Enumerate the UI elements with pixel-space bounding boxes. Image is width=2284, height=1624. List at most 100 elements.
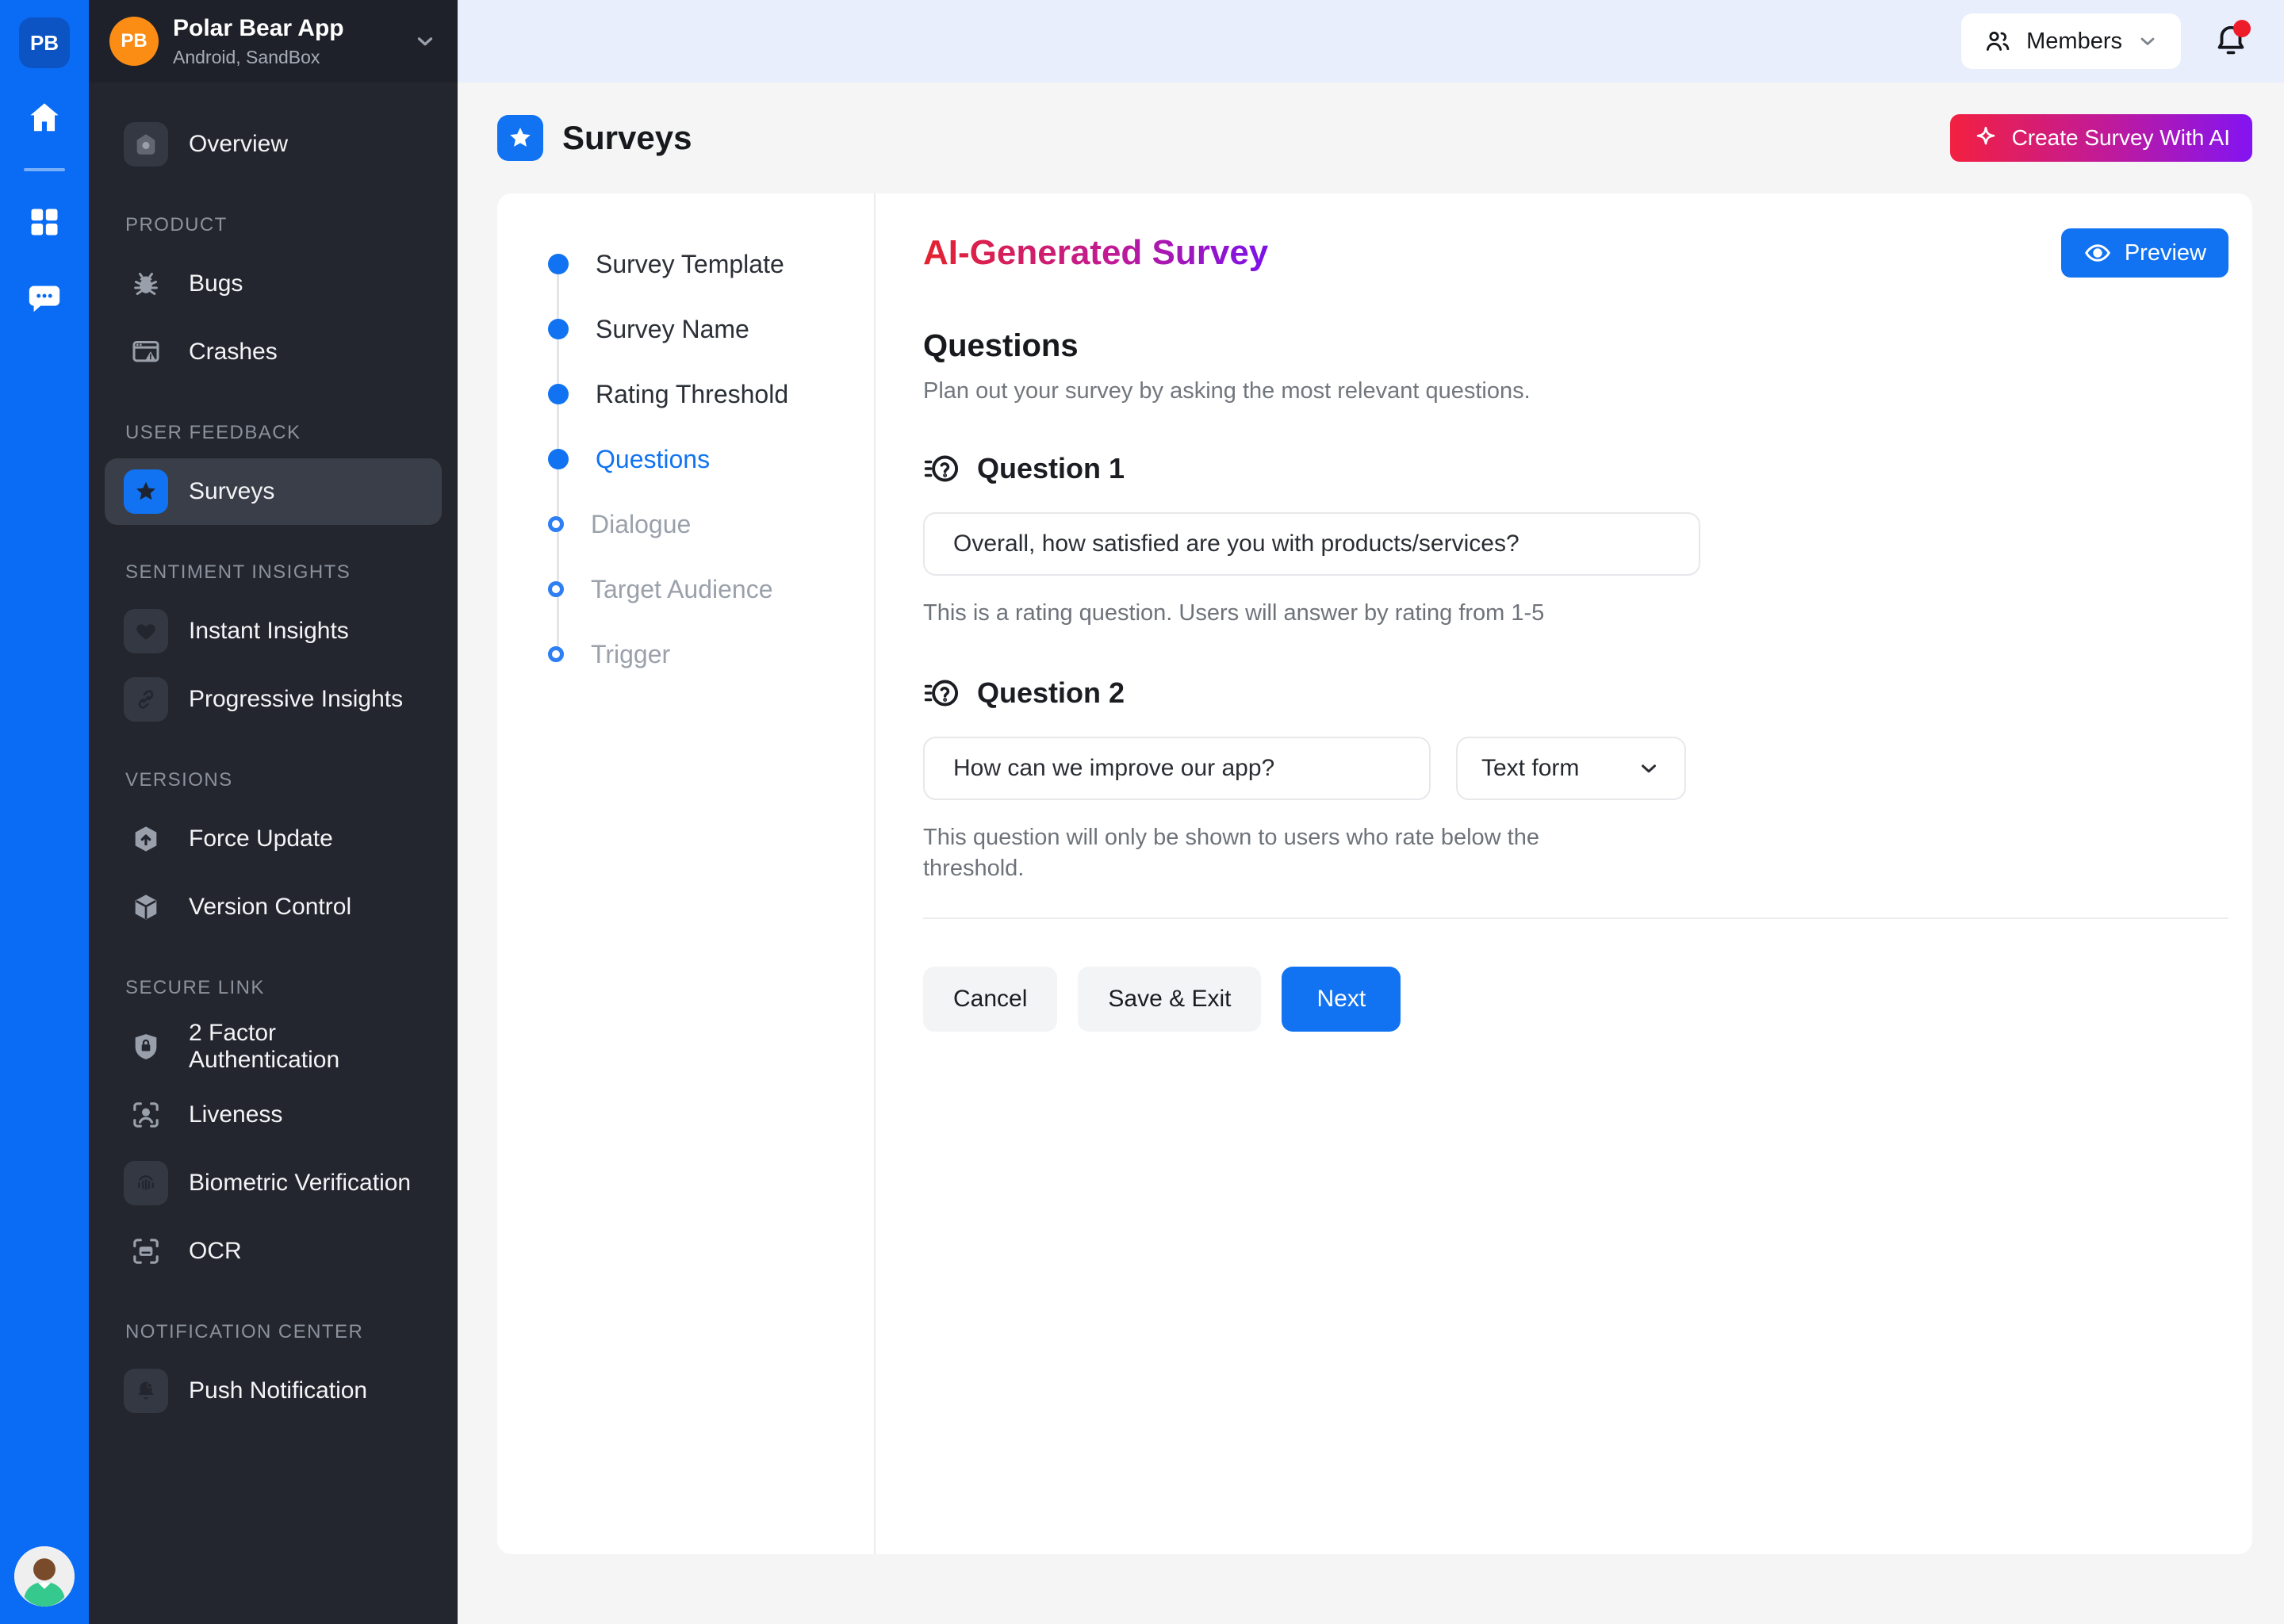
sidebar-item-label: Version Control xyxy=(189,894,351,921)
notification-badge xyxy=(2233,20,2251,37)
sidebar-item-crashes[interactable]: Crashes xyxy=(105,319,442,385)
question-2-type-select[interactable]: Text form xyxy=(1456,737,1686,800)
members-label: Members xyxy=(2026,29,2122,55)
question-2-header: Question 2 xyxy=(923,675,2228,711)
sidebar-item-biometric[interactable]: Biometric Verification xyxy=(105,1150,442,1216)
wizard-content: AI-Generated Survey Preview Questions Pl… xyxy=(876,193,2252,1554)
chat-nav-button[interactable] xyxy=(19,273,70,324)
question-1-header: Question 1 xyxy=(923,450,2228,487)
question-2-input[interactable] xyxy=(923,737,1431,800)
step-dot xyxy=(548,646,564,662)
question-circle-icon xyxy=(923,675,960,711)
sidebar-item-label: Biometric Verification xyxy=(189,1170,411,1197)
step-dot xyxy=(548,319,569,339)
workspace-switcher[interactable]: PB Polar Bear App Android, SandBox xyxy=(89,0,458,82)
step-trigger[interactable]: Trigger xyxy=(497,622,874,687)
question-circle-icon xyxy=(923,450,960,487)
sidebar-item-liveness[interactable]: Liveness xyxy=(105,1082,442,1148)
step-dot xyxy=(548,384,569,404)
step-target-audience[interactable]: Target Audience xyxy=(497,557,874,622)
step-questions[interactable]: Questions xyxy=(497,427,874,492)
page-title: Surveys xyxy=(562,119,692,157)
preview-button[interactable]: Preview xyxy=(2061,228,2228,278)
chevron-down-icon xyxy=(1637,756,1661,780)
apps-nav-button[interactable] xyxy=(19,197,70,247)
bell-icon xyxy=(124,1369,168,1413)
content-divider xyxy=(923,917,2228,919)
question-1-helper: This is a rating question. Users will an… xyxy=(923,598,2228,629)
workspace-avatar: PB xyxy=(109,17,159,66)
chevron-down-icon xyxy=(413,29,437,53)
sidebar-item-label: Surveys xyxy=(189,478,274,505)
sidebar-item-label: OCR xyxy=(189,1238,242,1265)
preview-label: Preview xyxy=(2125,240,2206,266)
cube-icon xyxy=(124,885,168,929)
question-1-input[interactable] xyxy=(923,512,1700,576)
sidebar-item-label: Force Update xyxy=(189,825,333,852)
star-icon xyxy=(124,469,168,514)
link-icon xyxy=(124,677,168,722)
step-survey-template[interactable]: Survey Template xyxy=(497,232,874,297)
sidebar-section-user-feedback: USER FEEDBACK xyxy=(125,422,421,444)
topbar: Members xyxy=(458,0,2284,82)
main-area: Surveys Create Survey With AI Survey Tem… xyxy=(458,82,2284,1624)
step-dot xyxy=(548,254,569,274)
bug-icon xyxy=(124,262,168,306)
create-survey-with-ai-button[interactable]: Create Survey With AI xyxy=(1950,114,2252,162)
step-survey-name[interactable]: Survey Name xyxy=(497,297,874,362)
question-1-label: Question 1 xyxy=(977,452,1125,485)
survey-title: AI-Generated Survey xyxy=(923,233,1268,273)
sidebar-item-label: 2 Factor Authentication xyxy=(189,1020,423,1074)
step-rating-threshold[interactable]: Rating Threshold xyxy=(497,362,874,427)
apps-grid-icon xyxy=(27,205,62,239)
save-exit-button[interactable]: Save & Exit xyxy=(1078,967,1261,1032)
sidebar-item-label: Progressive Insights xyxy=(189,686,403,713)
sidebar-section-versions: VERSIONS xyxy=(125,769,421,791)
workspace-name: Polar Bear App xyxy=(173,15,399,42)
question-2-type-value: Text form xyxy=(1481,755,1579,782)
sidebar-item-push-notification[interactable]: Push Notification xyxy=(105,1358,442,1424)
sidebar-item-progressive-insights[interactable]: Progressive Insights xyxy=(105,666,442,733)
step-dot xyxy=(548,449,569,469)
fingerprint-icon xyxy=(124,1161,168,1205)
sidebar-item-instant-insights[interactable]: Instant Insights xyxy=(105,598,442,665)
sparkle-icon xyxy=(1972,124,1999,151)
sidebar-item-2fa[interactable]: 2 Factor Authentication xyxy=(105,1013,442,1080)
sidebar-item-label: Crashes xyxy=(189,339,278,366)
star-icon xyxy=(497,115,543,161)
sidebar-item-version-control[interactable]: Version Control xyxy=(105,874,442,940)
sidebar-item-label: Liveness xyxy=(189,1101,282,1128)
members-dropdown[interactable]: Members xyxy=(1961,13,2181,69)
step-dot xyxy=(548,581,564,597)
next-button[interactable]: Next xyxy=(1282,967,1401,1032)
sidebar-item-bugs[interactable]: Bugs xyxy=(105,251,442,317)
sidebar-item-label: Push Notification xyxy=(189,1377,367,1404)
sidebar-section-product: PRODUCT xyxy=(125,214,421,236)
notifications-button[interactable] xyxy=(2213,23,2249,59)
sidebar-item-label: Instant Insights xyxy=(189,618,349,645)
rail-divider xyxy=(24,168,65,171)
sidebar-item-force-update[interactable]: Force Update xyxy=(105,806,442,872)
create-survey-label: Create Survey With AI xyxy=(2012,125,2230,151)
user-avatar[interactable] xyxy=(14,1546,75,1607)
sidebar-item-surveys[interactable]: Surveys xyxy=(105,458,442,525)
home-nav-button[interactable] xyxy=(19,92,70,143)
chevron-down-icon xyxy=(2136,30,2159,52)
wizard-steps: Survey Template Survey Name Rating Thres… xyxy=(497,193,876,1554)
step-dialogue[interactable]: Dialogue xyxy=(497,492,874,557)
sidebar-item-overview[interactable]: Overview xyxy=(105,111,442,178)
upload-hexagon-icon xyxy=(124,817,168,861)
workspace-logo[interactable]: PB xyxy=(19,17,70,68)
sidebar-section-sentiment: SENTIMENT INSIGHTS xyxy=(125,561,421,584)
sidebar-item-label: Overview xyxy=(189,131,288,158)
survey-wizard-card: Survey Template Survey Name Rating Thres… xyxy=(497,193,2252,1554)
questions-heading: Questions xyxy=(923,328,2228,364)
sidebar: PB Polar Bear App Android, SandBox Overv… xyxy=(89,0,458,1624)
cancel-button[interactable]: Cancel xyxy=(923,967,1057,1032)
sidebar-item-label: Bugs xyxy=(189,270,243,297)
crash-window-icon xyxy=(124,330,168,374)
sidebar-section-secure-link: SECURE LINK xyxy=(125,977,421,999)
workspace-meta: Android, SandBox xyxy=(173,47,399,68)
sidebar-item-ocr[interactable]: OCR xyxy=(105,1218,442,1285)
face-scan-icon xyxy=(124,1093,168,1137)
